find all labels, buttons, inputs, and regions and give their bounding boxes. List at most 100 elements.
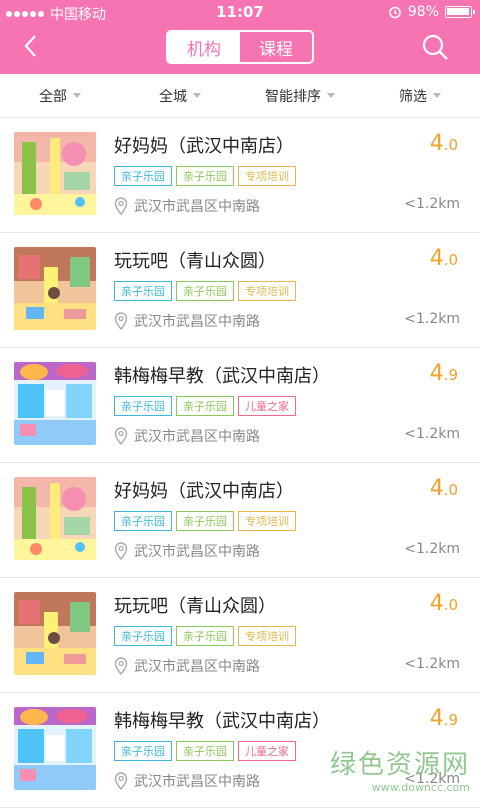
filter-city[interactable]: 全城 <box>120 74 240 117</box>
location-pin-icon <box>114 772 128 790</box>
distance: <1.2km <box>404 196 460 212</box>
status-bar: 中国移动 11:07 98% <box>0 0 480 24</box>
tag: 亲子乐园 <box>114 626 172 646</box>
tag: 亲子乐园 <box>114 281 172 301</box>
location-pin-icon <box>114 197 128 215</box>
tag-list: 亲子乐园 亲子乐园 儿童之家 <box>114 396 296 416</box>
tag-list: 亲子乐园 亲子乐园 专项培训 <box>114 166 296 186</box>
tag: 儿童之家 <box>238 741 296 761</box>
institution-name: 玩玩吧（青山众圆） <box>114 592 276 618</box>
rating-dec: .0 <box>444 251 458 269</box>
address: 武汉市武昌区中南路 <box>114 656 260 676</box>
filter-label: 智能排序 <box>265 86 321 106</box>
tag: 亲子乐园 <box>114 166 172 186</box>
tag: 亲子乐园 <box>176 741 234 761</box>
address-text: 武汉市武昌区中南路 <box>134 656 260 676</box>
list-item[interactable]: 好妈妈（武汉中南店） 4.0 亲子乐园 亲子乐园 专项培训 武汉市武昌区中南路 … <box>0 463 480 578</box>
institution-photo <box>14 132 96 215</box>
watermark: 绿色资源网 www.downcc.com <box>330 744 470 794</box>
institution-photo <box>14 362 96 445</box>
rating-int: 4 <box>430 706 444 731</box>
address-text: 武汉市武昌区中南路 <box>134 196 260 216</box>
location-pin-icon <box>114 542 128 560</box>
distance: <1.2km <box>404 656 460 672</box>
rating: 4.0 <box>430 131 458 156</box>
filter-sort[interactable]: 智能排序 <box>240 74 360 117</box>
filter-label: 筛选 <box>399 86 427 106</box>
tag: 专项培训 <box>238 626 296 646</box>
caret-down-icon <box>193 93 201 98</box>
caret-down-icon <box>327 93 335 98</box>
filter-screen[interactable]: 筛选 <box>360 74 480 117</box>
rating: 4.9 <box>430 361 458 386</box>
caret-down-icon <box>433 93 441 98</box>
tag: 亲子乐园 <box>176 166 234 186</box>
list-item[interactable]: 好妈妈（武汉中南店） 4.0 亲子乐园 亲子乐园 专项培训 武汉市武昌区中南路 … <box>0 118 480 233</box>
tag-list: 亲子乐园 亲子乐园 专项培训 <box>114 626 296 646</box>
rating-dec: .9 <box>444 711 458 729</box>
caret-down-icon <box>73 93 81 98</box>
institution-name: 玩玩吧（青山众圆） <box>114 247 276 273</box>
location-pin-icon <box>114 657 128 675</box>
tag-list: 亲子乐园 亲子乐园 专项培训 <box>114 511 296 531</box>
institution-name: 好妈妈（武汉中南店） <box>114 477 294 503</box>
battery-percent: 98% <box>408 4 439 20</box>
list-item[interactable]: 玩玩吧（青山众圆） 4.0 亲子乐园 亲子乐园 专项培训 武汉市武昌区中南路 <… <box>0 578 480 693</box>
back-button[interactable] <box>20 34 44 58</box>
address-text: 武汉市武昌区中南路 <box>134 541 260 561</box>
battery-icon <box>445 6 472 18</box>
tag-list: 亲子乐园 亲子乐园 儿童之家 <box>114 741 296 761</box>
location-pin-icon <box>114 427 128 445</box>
filter-bar: 全部 全城 智能排序 筛选 <box>0 74 480 118</box>
tag: 专项培训 <box>238 166 296 186</box>
distance: <1.2km <box>404 311 460 327</box>
segment-control: 机构 课程 <box>166 30 314 64</box>
rating: 4.9 <box>430 706 458 731</box>
rating: 4.0 <box>430 246 458 271</box>
address-text: 武汉市武昌区中南路 <box>134 426 260 446</box>
tag: 专项培训 <box>238 511 296 531</box>
tag-list: 亲子乐园 亲子乐园 专项培训 <box>114 281 296 301</box>
app-header: 中国移动 11:07 98% 机构 课程 <box>0 0 480 74</box>
address: 武汉市武昌区中南路 <box>114 771 260 791</box>
address-text: 武汉市武昌区中南路 <box>134 311 260 331</box>
rating-int: 4 <box>430 361 444 386</box>
tag: 儿童之家 <box>238 396 296 416</box>
filter-label: 全部 <box>39 86 67 106</box>
alarm-icon <box>388 5 402 19</box>
rating-dec: .0 <box>444 136 458 154</box>
search-icon <box>420 32 450 62</box>
institution-photo <box>14 707 96 790</box>
address: 武汉市武昌区中南路 <box>114 541 260 561</box>
rating-int: 4 <box>430 591 444 616</box>
tag: 亲子乐园 <box>176 626 234 646</box>
address: 武汉市武昌区中南路 <box>114 426 260 446</box>
filter-label: 全城 <box>159 86 187 106</box>
distance: <1.2km <box>404 541 460 557</box>
rating-dec: .9 <box>444 366 458 384</box>
chevron-left-icon <box>20 34 44 58</box>
institution-list: 好妈妈（武汉中南店） 4.0 亲子乐园 亲子乐园 专项培训 武汉市武昌区中南路 … <box>0 118 480 808</box>
tab-institutions[interactable]: 机构 <box>168 32 240 62</box>
institution-name: 韩梅梅早教（武汉中南店） <box>114 707 330 733</box>
search-button[interactable] <box>420 32 450 62</box>
rating-int: 4 <box>430 131 444 156</box>
institution-photo <box>14 247 96 330</box>
tag: 亲子乐园 <box>176 396 234 416</box>
address: 武汉市武昌区中南路 <box>114 196 260 216</box>
tag: 亲子乐园 <box>176 281 234 301</box>
distance: <1.2km <box>404 426 460 442</box>
list-item[interactable]: 韩梅梅早教（武汉中南店） 4.9 亲子乐园 亲子乐园 儿童之家 武汉市武昌区中南… <box>0 348 480 463</box>
watermark-url: www.downcc.com <box>330 781 470 794</box>
tab-courses[interactable]: 课程 <box>240 32 312 62</box>
rating-int: 4 <box>430 476 444 501</box>
list-item[interactable]: 玩玩吧（青山众圆） 4.0 亲子乐园 亲子乐园 专项培训 武汉市武昌区中南路 <… <box>0 233 480 348</box>
status-right: 98% <box>388 4 472 20</box>
institution-name: 韩梅梅早教（武汉中南店） <box>114 362 330 388</box>
location-pin-icon <box>114 312 128 330</box>
filter-all[interactable]: 全部 <box>0 74 120 117</box>
rating-dec: .0 <box>444 596 458 614</box>
rating-int: 4 <box>430 246 444 271</box>
watermark-title: 绿色资源网 <box>330 744 470 781</box>
rating: 4.0 <box>430 476 458 501</box>
